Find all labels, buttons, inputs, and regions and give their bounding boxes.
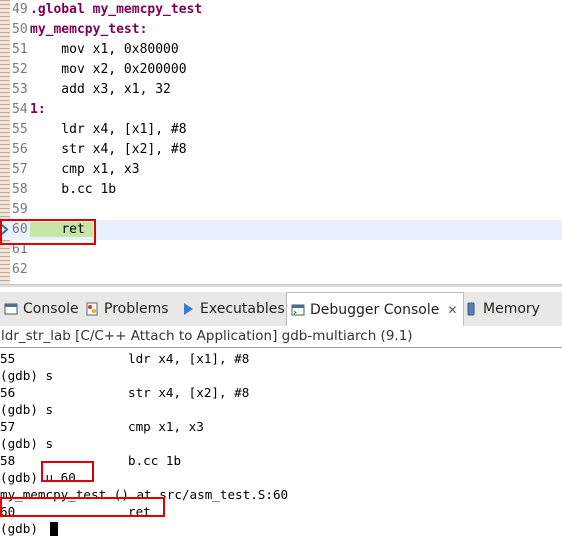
line-number: 62 [12, 262, 28, 277]
code-line[interactable]: 57 cmp x1, x3 [0, 160, 562, 180]
line-code: add x3, x1, 32 [30, 82, 171, 97]
console-line-text: 57 [0, 419, 16, 434]
instruction-pointer-icon [1, 224, 8, 235]
code-line[interactable]: 58 b.cc 1b [0, 180, 562, 200]
launch-configuration-title: ldr_str_lab [C/C++ Attach to Application… [1, 328, 413, 344]
console-line: (gdb) s [0, 367, 562, 384]
line-number: 61 [12, 242, 28, 257]
current-instruction: ret [61, 222, 85, 237]
line-number: 57 [12, 162, 28, 177]
code-line[interactable]: 59 [0, 200, 562, 220]
console-line: 55 ldr x4, [x1], #8 [0, 350, 562, 367]
console-line: (gdb) [0, 520, 562, 537]
console-line-source: ret [128, 504, 151, 519]
line-code: str x4, [x2], #8 [30, 142, 187, 157]
tab-label: Executables [200, 301, 285, 317]
code-line[interactable]: 52 mov x2, 0x200000 [0, 60, 562, 80]
line-number: 51 [12, 42, 28, 57]
view-tab-bar: Console Problems Executables Debugger Co… [0, 292, 562, 327]
memory-icon [467, 302, 475, 316]
console-line-source: str x4, [x2], #8 [128, 385, 250, 400]
console-lines: 55 ldr x4, [x1], #8 (gdb) s 56 str x4, [x2],… [0, 350, 562, 537]
code-line[interactable]: 51 mov x1, 0x80000 [0, 40, 562, 60]
debugger-console-icon [291, 304, 305, 316]
code-lines: 49 .global my_memcpy_test 50 my_memcpy_test… [0, 0, 562, 280]
close-icon[interactable]: ✕ [447, 303, 457, 317]
console-line-source: ldr x4, [x1], #8 [128, 351, 250, 366]
tab-executables[interactable]: Executables [181, 292, 285, 326]
code-line[interactable]: 54 1: [0, 100, 562, 120]
code-line[interactable]: 53 add x3, x1, 32 [0, 80, 562, 100]
console-line-text: (gdb) s [0, 436, 54, 451]
text-cursor [50, 522, 58, 536]
console-line: my_memcpy_test () at src/asm_test.S:60 [0, 486, 562, 503]
console-line-text: my_memcpy_test () at src/asm_test.S:60 [0, 487, 289, 502]
console-line: (gdb) s [0, 435, 562, 452]
problems-icon [86, 302, 98, 316]
tab-label: Console [23, 301, 79, 317]
line-number: 56 [12, 142, 28, 157]
code-line[interactable]: 50 my_memcpy_test: [0, 20, 562, 40]
console-line-text: (gdb) s [0, 402, 54, 417]
line-code: my_memcpy_test: [30, 22, 148, 37]
tab-debugger-console[interactable]: Debugger Console ✕ [286, 292, 464, 327]
line-code: mov x2, 0x200000 [30, 62, 187, 77]
line-code: ret [30, 220, 93, 240]
tab-memory[interactable]: Memory [464, 292, 540, 326]
code-line[interactable]: 62 [0, 260, 562, 280]
line-number: 52 [12, 62, 28, 77]
console-line: 57 cmp x1, x3 [0, 418, 562, 435]
tab-label: Problems [104, 301, 169, 317]
console-line: 56 str x4, [x2], #8 [0, 384, 562, 401]
line-code: 1: [30, 102, 46, 117]
line-number: 54 [12, 102, 28, 117]
line-code: mov x1, 0x80000 [30, 42, 179, 57]
console-line-text: 56 [0, 385, 16, 400]
code-line[interactable]: 60 ret [0, 220, 562, 240]
line-number: 60 [12, 222, 28, 237]
console-line: (gdb) u 60 [0, 469, 562, 486]
line-number: 55 [12, 122, 28, 137]
console-line: 60 ret [0, 503, 562, 520]
line-code: cmp x1, x3 [30, 162, 140, 177]
executables-icon [184, 303, 193, 315]
console-line-text: (gdb) [0, 521, 38, 536]
code-line[interactable]: 61 [0, 240, 562, 260]
console-line-text: 60 [0, 504, 16, 519]
line-number: 58 [12, 182, 28, 197]
code-editor[interactable]: 49 .global my_memcpy_test 50 my_memcpy_test… [0, 0, 562, 287]
console-line-text: (gdb) s [0, 368, 54, 383]
tab-label: Debugger Console [310, 302, 440, 318]
line-code: b.cc 1b [30, 182, 117, 197]
line-number: 59 [12, 202, 28, 217]
line-number: 50 [12, 22, 28, 37]
tab-console[interactable]: Console [4, 292, 79, 326]
line-number: 49 [12, 2, 28, 17]
console-icon [4, 303, 18, 315]
console-line-text: 55 [0, 351, 16, 366]
console-line-source: cmp x1, x3 [128, 419, 204, 434]
code-line[interactable]: 55 ldr x4, [x1], #8 [0, 120, 562, 140]
debugger-console-output[interactable]: ldr_str_lab [C/C++ Attach to Application… [0, 326, 562, 537]
console-line-text: 58 [0, 453, 16, 468]
console-line: 58 b.cc 1b [0, 452, 562, 469]
tab-label: Memory [483, 301, 540, 317]
line-code: .global my_memcpy_test [30, 2, 203, 17]
console-line-text: (gdb) u 60 [0, 470, 76, 485]
line-number: 53 [12, 82, 28, 97]
console-line: (gdb) s [0, 401, 562, 418]
tab-problems[interactable]: Problems [85, 292, 169, 326]
console-divider [0, 347, 562, 348]
console-line-source: b.cc 1b [128, 453, 182, 468]
line-code: ldr x4, [x1], #8 [30, 122, 187, 137]
code-line[interactable]: 49 .global my_memcpy_test [0, 0, 562, 20]
code-line[interactable]: 56 str x4, [x2], #8 [0, 140, 562, 160]
editor-divider[interactable] [0, 284, 562, 287]
